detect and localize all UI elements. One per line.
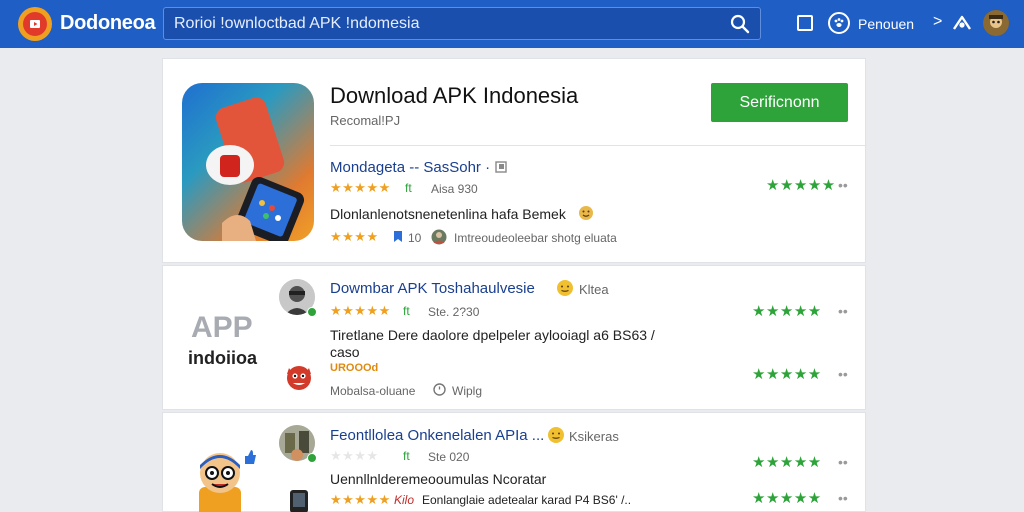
- review-body: Dlonlanlenotsnenetenlina hafa Bemek: [330, 206, 566, 222]
- review-tag: UROOOd: [330, 362, 379, 374]
- review-count: 10: [408, 231, 422, 245]
- top-bar: Dodoneoa Penouen >: [0, 0, 1024, 48]
- review-card: Feontllolea Onkenelalen APIa ... Ksikera…: [162, 412, 866, 512]
- review-stars-2: ★★★★★: [330, 492, 391, 507]
- rating-stars-right: ★★★★★: [766, 177, 836, 194]
- review-stars-suffix: ft: [405, 181, 412, 195]
- devil-mascot-icon: [287, 366, 311, 390]
- thumb-icon: [245, 450, 256, 464]
- review-meta: Aisa 930: [431, 182, 478, 196]
- bookmark-icon: [394, 231, 402, 242]
- app-detail-card: Download APK Indonesia Recomal!PJ Serifi…: [162, 58, 867, 263]
- review-meta-2: Mobalsa-oluane: [330, 384, 416, 398]
- review-meta: Ste. 2?30: [428, 305, 480, 319]
- rating-stars-right: ★★★★★: [752, 303, 822, 320]
- play-logo-icon[interactable]: [18, 7, 52, 41]
- review-stars-suffix: ft: [403, 449, 410, 463]
- clock-icon: [433, 383, 446, 396]
- share-icon[interactable]: [951, 12, 973, 34]
- review-title-tail: Kltea: [579, 282, 609, 297]
- online-badge: [307, 453, 317, 463]
- emoji-icon: [557, 280, 573, 296]
- review-title[interactable]: Mondageta -- SasSohr ·: [330, 159, 490, 176]
- more-options-icon-2[interactable]: ••: [838, 366, 848, 382]
- app-subtitle: Recomal!PJ: [330, 113, 401, 128]
- square-icon[interactable]: [797, 15, 813, 31]
- search-input[interactable]: [174, 8, 714, 39]
- emoji-icon: [548, 427, 564, 443]
- install-button[interactable]: Serificnonn: [711, 83, 848, 122]
- user-avatar-icon: [431, 229, 447, 245]
- review-stars-suffix: ft: [403, 304, 410, 318]
- search-bar: [163, 7, 761, 40]
- more-options-icon[interactable]: ••: [838, 454, 848, 470]
- app-title: Download APK Indonesia: [330, 83, 579, 108]
- ghost-app-name: indoiioa: [188, 348, 257, 368]
- review-stars-prefix: Kilo: [394, 493, 415, 507]
- paw-icon[interactable]: [828, 12, 850, 34]
- more-options-icon[interactable]: ••: [838, 303, 848, 319]
- more-options-icon[interactable]: ••: [838, 177, 848, 193]
- chevron-right-icon[interactable]: >: [933, 13, 942, 31]
- phone-icon: [290, 490, 308, 512]
- more-options-icon-2[interactable]: ••: [838, 490, 848, 506]
- review-meta-2: Eonlanglaie adetealar karad P4 BS6' /..: [422, 493, 632, 507]
- review-meta-2: Imtreoudeoleebar shotg eluata: [454, 231, 617, 245]
- review-stars: ★★★★★: [330, 180, 391, 195]
- review-stars: ★★★★★: [330, 303, 391, 318]
- review-body: Tiretlane Dere daolore dpelpeler aylooia…: [330, 327, 655, 360]
- app-icon[interactable]: [182, 83, 314, 241]
- review-title[interactable]: Dowmbar APK Toshahaulvesie: [330, 280, 535, 297]
- review-meta: Ste 020: [428, 450, 470, 464]
- rating-stars-right-2: ★★★★★: [752, 490, 822, 507]
- review-stars: ★★★★: [330, 448, 379, 463]
- review-title[interactable]: Feontllolea Onkenelalen APIa ...: [330, 427, 544, 444]
- ghost-app-word: APP: [191, 311, 253, 344]
- doc-icon: [495, 161, 507, 173]
- divider: [330, 145, 867, 146]
- review-stars-2: ★★★★: [330, 229, 379, 244]
- user-label[interactable]: Penouen: [858, 16, 914, 32]
- avatar[interactable]: [983, 10, 1009, 36]
- review-card: APP indoiioa Dowmbar APK Toshahaulvesie …: [162, 265, 866, 410]
- rating-stars-right-2: ★★★★★: [752, 366, 822, 383]
- emoji-icon: [579, 206, 593, 220]
- rating-stars-right: ★★★★★: [752, 454, 822, 471]
- brand-name[interactable]: Dodoneoa: [60, 12, 156, 35]
- review-body: Uennllnlderemeooumulas Ncoratar: [330, 471, 547, 487]
- online-badge: [307, 307, 317, 317]
- review-title-tail: Ksikeras: [569, 429, 619, 444]
- search-icon[interactable]: [730, 14, 750, 34]
- review-meta-3: Wiplg: [452, 384, 483, 398]
